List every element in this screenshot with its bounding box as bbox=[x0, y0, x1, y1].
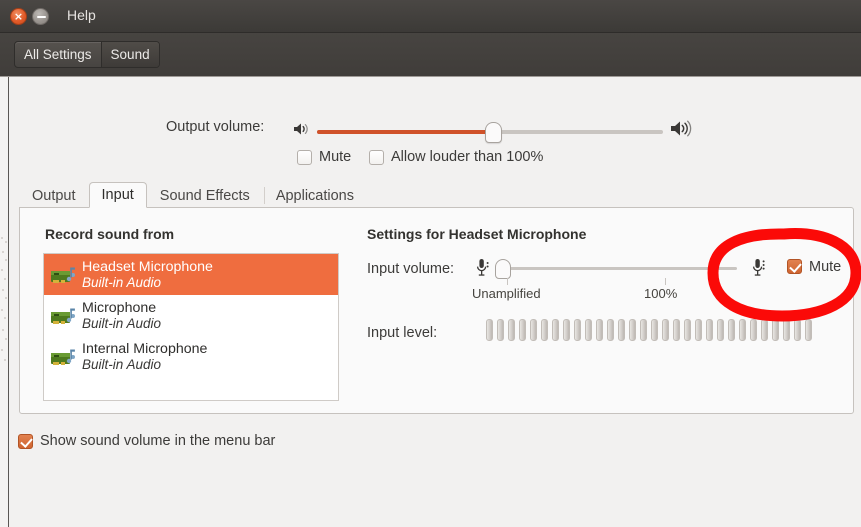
level-segment bbox=[695, 319, 702, 341]
device-subtitle: Built-in Audio bbox=[82, 356, 162, 372]
level-segment bbox=[563, 319, 570, 341]
device-name: Microphone bbox=[82, 299, 157, 316]
level-segment bbox=[684, 319, 691, 341]
minimize-icon[interactable] bbox=[32, 8, 49, 25]
level-segment bbox=[783, 319, 790, 341]
level-segment bbox=[629, 319, 636, 341]
list-item[interactable]: Headset Microphone Built-in Audio bbox=[44, 254, 338, 295]
input-mute-checkbox[interactable] bbox=[787, 259, 802, 274]
launcher-edge-strip bbox=[0, 77, 9, 527]
level-segment bbox=[794, 319, 801, 341]
input-level-meter bbox=[486, 316, 826, 344]
sound-card-icon bbox=[50, 262, 76, 288]
level-segment bbox=[805, 319, 812, 341]
level-segment bbox=[706, 319, 713, 341]
tab-bar: Output Input Sound Effects Applications bbox=[19, 182, 854, 208]
tab-sound-effects[interactable]: Sound Effects bbox=[147, 182, 263, 208]
output-options-row: Mute Allow louder than 100% bbox=[9, 147, 861, 169]
microphone-high-icon bbox=[752, 259, 765, 276]
tab-applications[interactable]: Applications bbox=[263, 182, 367, 208]
level-segment bbox=[651, 319, 658, 341]
allow-louder-checkbox[interactable] bbox=[369, 150, 384, 165]
tick-hundred bbox=[665, 278, 666, 285]
sound-settings-window: × Help All Settings Sound Output volume: bbox=[0, 0, 861, 527]
input-volume-track[interactable] bbox=[503, 267, 737, 270]
breadcrumb: All Settings Sound bbox=[14, 41, 160, 68]
input-tab-panel: Record sound from Settings for Headset M… bbox=[19, 207, 854, 414]
speaker-low-icon bbox=[294, 123, 308, 135]
show-volume-menubar-checkbox[interactable] bbox=[18, 434, 33, 449]
record-sound-from-header: Record sound from bbox=[45, 226, 175, 242]
input-volume-label: Input volume: bbox=[367, 261, 455, 277]
list-item-text: Microphone Built-in Audio bbox=[82, 300, 161, 332]
sound-card-icon bbox=[50, 344, 76, 370]
level-segment bbox=[596, 319, 603, 341]
close-icon[interactable]: × bbox=[10, 8, 27, 25]
breadcrumb-all-settings[interactable]: All Settings bbox=[15, 42, 102, 67]
settings-content: Output volume: Mute Allow louder than 10… bbox=[9, 77, 861, 527]
level-segment bbox=[772, 319, 779, 341]
level-segment bbox=[486, 319, 493, 341]
list-item[interactable]: Microphone Built-in Audio bbox=[44, 295, 338, 336]
level-segment bbox=[508, 319, 515, 341]
edge-dots bbox=[1, 237, 7, 367]
level-segment bbox=[640, 319, 647, 341]
level-segment bbox=[618, 319, 625, 341]
tab-input[interactable]: Input bbox=[88, 182, 147, 208]
level-segment bbox=[673, 319, 680, 341]
level-segment bbox=[519, 319, 526, 341]
speaker-high-icon bbox=[671, 120, 692, 137]
tick-unamplified-label: Unamplified bbox=[472, 286, 541, 301]
level-segment bbox=[530, 319, 537, 341]
level-segment bbox=[574, 319, 581, 341]
level-segment bbox=[541, 319, 548, 341]
input-level-label: Input level: bbox=[367, 325, 438, 341]
level-segment bbox=[761, 319, 768, 341]
input-volume-handle[interactable] bbox=[495, 259, 511, 279]
level-segment bbox=[585, 319, 592, 341]
level-segment bbox=[607, 319, 614, 341]
close-glyph: × bbox=[13, 10, 24, 23]
list-item[interactable]: Internal Microphone Built-in Audio bbox=[44, 336, 338, 377]
level-segment bbox=[739, 319, 746, 341]
minimize-glyph bbox=[37, 16, 46, 18]
output-mute-checkbox[interactable] bbox=[297, 150, 312, 165]
level-segment bbox=[662, 319, 669, 341]
output-volume-handle[interactable] bbox=[485, 122, 503, 143]
device-name: Headset Microphone bbox=[82, 258, 213, 275]
device-name: Internal Microphone bbox=[82, 340, 208, 357]
allow-louder-label: Allow louder than 100% bbox=[391, 149, 544, 165]
level-segment bbox=[728, 319, 735, 341]
level-segment bbox=[750, 319, 757, 341]
output-volume-label: Output volume: bbox=[166, 119, 265, 135]
level-segment bbox=[717, 319, 724, 341]
input-mute-label: Mute bbox=[809, 259, 842, 275]
show-volume-menubar-label: Show sound volume in the menu bar bbox=[40, 433, 276, 449]
window-title: Help bbox=[67, 7, 96, 23]
microphone-low-icon bbox=[476, 259, 489, 276]
tab-output[interactable]: Output bbox=[19, 182, 89, 208]
level-segment bbox=[552, 319, 559, 341]
device-subtitle: Built-in Audio bbox=[82, 274, 162, 290]
device-list[interactable]: Headset Microphone Built-in Audio Microp… bbox=[43, 253, 339, 401]
output-volume-row: Output volume: bbox=[9, 117, 861, 143]
device-subtitle: Built-in Audio bbox=[82, 315, 162, 331]
breadcrumb-sound[interactable]: Sound bbox=[101, 42, 159, 67]
title-bar: × Help bbox=[0, 0, 861, 33]
list-item-text: Headset Microphone Built-in Audio bbox=[82, 259, 213, 291]
output-mute-label: Mute bbox=[319, 149, 352, 165]
tick-hundred-label: 100% bbox=[644, 286, 678, 301]
settings-for-device-header: Settings for Headset Microphone bbox=[367, 226, 587, 242]
tick-unamplified bbox=[507, 278, 508, 285]
output-volume-fill bbox=[317, 130, 494, 134]
sound-card-icon bbox=[50, 303, 76, 329]
list-item-text: Internal Microphone Built-in Audio bbox=[82, 341, 207, 373]
level-segment bbox=[497, 319, 504, 341]
toolbar: All Settings Sound bbox=[0, 33, 861, 77]
